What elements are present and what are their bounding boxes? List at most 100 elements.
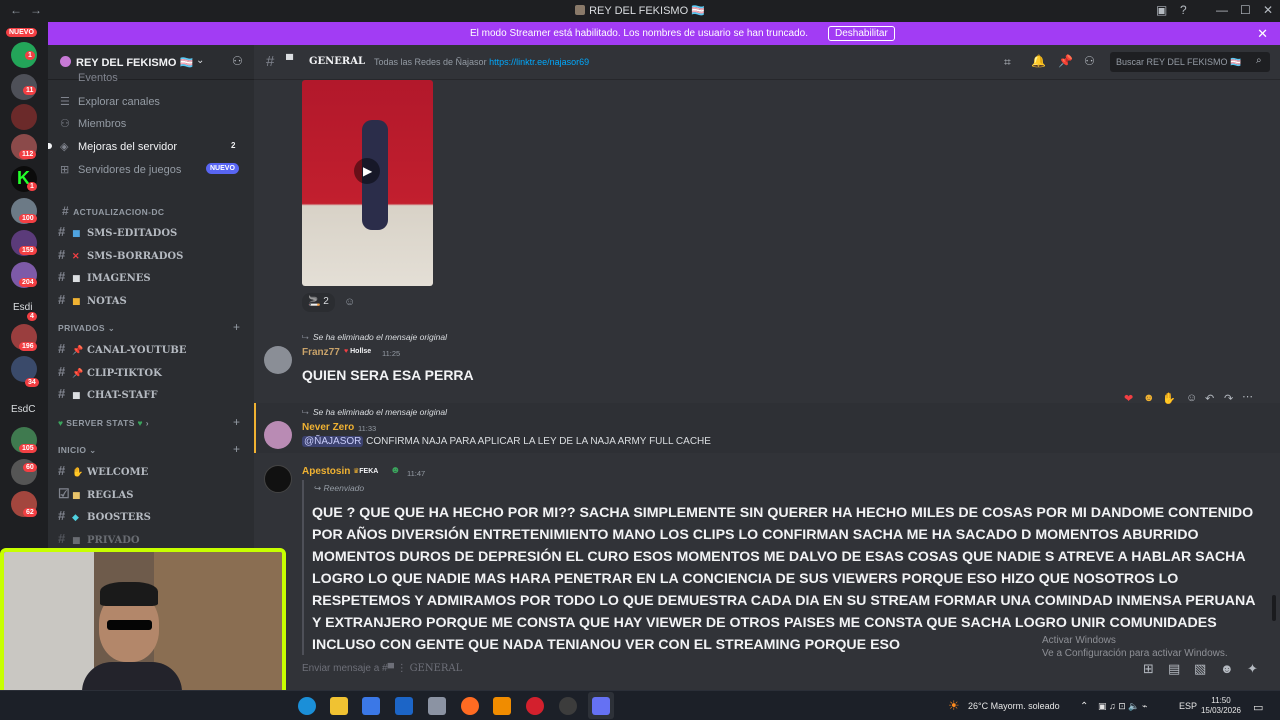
clock[interactable]: 11:50 15/03/2026 bbox=[1200, 696, 1242, 716]
server-badge: 100 bbox=[19, 214, 37, 223]
app-icon[interactable] bbox=[428, 697, 446, 715]
channel-sms-editados[interactable]: # ■ SMS-EDITADOS bbox=[58, 224, 177, 239]
sidebar-item-eventos[interactable]: Eventos bbox=[60, 72, 118, 84]
rules-icon: ☑ bbox=[58, 486, 70, 501]
add-reaction-icon[interactable]: ☺ bbox=[344, 296, 355, 308]
reaction-chip[interactable]: 🚬 2 bbox=[302, 293, 335, 312]
language-indicator[interactable]: ESP bbox=[1179, 701, 1197, 711]
user-mention[interactable]: @ÑAJASOR bbox=[302, 436, 364, 447]
banner-text: El modo Streamer está habilitado. Los no… bbox=[470, 28, 808, 39]
bell-icon[interactable]: 🔔 bbox=[1031, 54, 1046, 68]
avatar[interactable] bbox=[264, 421, 292, 449]
forward-icon[interactable]: ↷ bbox=[1224, 392, 1233, 405]
reply-preview[interactable]: ⮡ Se ha eliminado el mensaje original bbox=[302, 332, 447, 343]
active-app-highlight bbox=[588, 692, 614, 719]
add-channel-icon[interactable]: + bbox=[233, 442, 240, 456]
server-icon-3[interactable] bbox=[11, 104, 37, 130]
hand-emoji-icon[interactable]: ✋ bbox=[1162, 392, 1176, 405]
threads-icon[interactable]: ⌗ bbox=[1004, 55, 1011, 70]
scrollbar-thumb[interactable] bbox=[1272, 595, 1276, 621]
gif-icon[interactable]: ▤ bbox=[1168, 661, 1180, 677]
channel-boosters[interactable]: # ◆ BOOSTERS bbox=[58, 508, 151, 523]
pin-icon: 📌 bbox=[72, 369, 84, 379]
notifications-icon[interactable]: ▭ bbox=[1253, 701, 1263, 714]
members-icon[interactable]: ⚇ bbox=[1084, 54, 1095, 68]
server-label-esdc[interactable]: EsdC bbox=[11, 404, 35, 415]
vlc-icon[interactable] bbox=[493, 697, 511, 715]
avatar[interactable] bbox=[264, 346, 292, 374]
close-window-icon[interactable]: ✕ bbox=[1263, 3, 1273, 17]
note-icon: ■ bbox=[72, 297, 81, 307]
topic-link[interactable]: https://linktr.ee/najasor69 bbox=[489, 57, 589, 67]
heart-icon: ♥ bbox=[58, 418, 64, 428]
reply-icon[interactable]: ↶ bbox=[1205, 392, 1214, 405]
channel-sms-borrados[interactable]: # ✕ SMS-BORRADOS bbox=[58, 247, 183, 262]
wave-icon: ✋ bbox=[72, 468, 84, 478]
tray-icons[interactable]: ▣ ♫ ⊡ 🔈 ⌁ bbox=[1098, 701, 1147, 712]
channel-privado[interactable]: # ■ PRIVADO bbox=[58, 531, 140, 546]
avatar[interactable] bbox=[264, 465, 292, 493]
apps-icon[interactable]: ✦ bbox=[1247, 661, 1258, 677]
sidebar-item-miembros[interactable]: ⚇ Miembros bbox=[60, 117, 126, 130]
weather-text[interactable]: 26°C Mayorm. soleado bbox=[968, 701, 1060, 711]
close-banner-icon[interactable]: ✕ bbox=[1257, 26, 1268, 42]
channel-imagenes[interactable]: # ■ IMAGENES bbox=[58, 269, 151, 284]
opera-icon[interactable] bbox=[526, 697, 544, 715]
category-privados[interactable]: PRIVADOS ⌄ bbox=[58, 323, 115, 334]
add-channel-icon[interactable]: + bbox=[233, 320, 240, 334]
gem-icon: ◆ bbox=[72, 513, 79, 523]
tray-chevron-icon[interactable]: ⌃ bbox=[1080, 701, 1088, 712]
unread-indicator bbox=[48, 143, 52, 149]
channel-chat-staff[interactable]: # ■ CHAT-STAFF bbox=[58, 386, 158, 401]
outlook-icon[interactable] bbox=[395, 697, 413, 715]
maximize-icon[interactable]: ☐ bbox=[1240, 3, 1251, 17]
channel-topic[interactable]: Todas las Redes de Ñajasor https://linkt… bbox=[374, 57, 589, 67]
channel-header: # ▀ GENERAL Todas las Redes de Ñajasor h… bbox=[254, 45, 1280, 80]
video-attachment[interactable]: ▶ bbox=[302, 80, 433, 286]
gift-icon[interactable]: ⊞ bbox=[1143, 661, 1154, 677]
hash-icon: # bbox=[58, 364, 66, 379]
minimize-icon[interactable]: — bbox=[1216, 3, 1228, 17]
heart-icon[interactable]: ❤ bbox=[1124, 392, 1133, 405]
channel-clip-tiktok[interactable]: # 📌 CLIP-TIKTOK bbox=[58, 364, 162, 379]
sidebar-item-servidores-juegos[interactable]: ⊞ Servidores de juegos bbox=[60, 163, 181, 176]
category-actualizacion[interactable]: # ACTUALIZACION-DC bbox=[62, 204, 164, 218]
disable-streamer-button[interactable]: Deshabilitar bbox=[828, 26, 895, 41]
laugh-emoji-icon[interactable]: ☻ bbox=[1143, 392, 1155, 404]
emoji-picker-icon[interactable]: ☻ bbox=[1220, 661, 1234, 676]
message-input-bar[interactable]: Enviar mensaje a #▀ ⋮ GENERAL ⊞ ▤ ▧ ☻ ✦ bbox=[254, 655, 1280, 690]
add-reaction-icon[interactable]: ☺ bbox=[1186, 392, 1197, 404]
sidebar-item-explorar[interactable]: ☰ Explorar canales bbox=[60, 95, 160, 108]
edge-icon[interactable] bbox=[298, 697, 316, 715]
more-options-icon[interactable]: ⋯ bbox=[1242, 390, 1253, 403]
file-explorer-icon[interactable] bbox=[330, 697, 348, 715]
category-server-stats[interactable]: ♥ SERVER STATS ♥ › bbox=[58, 418, 149, 428]
inbox-icon[interactable]: ▣ bbox=[1156, 3, 1167, 17]
sidebar-item-mejoras[interactable]: ◈ Mejoras del servidor bbox=[60, 140, 177, 153]
message-author[interactable]: Apestosin bbox=[302, 466, 350, 477]
message-input[interactable]: Enviar mensaje a #▀ ⋮ GENERAL bbox=[302, 663, 462, 674]
channel-canal-youtube[interactable]: # 📌 CANAL-YOUTUBE bbox=[58, 341, 187, 356]
server-badge: 204 bbox=[19, 278, 37, 287]
channel-welcome[interactable]: # ✋ WELCOME bbox=[58, 463, 148, 478]
add-channel-icon[interactable]: + bbox=[233, 415, 240, 429]
play-button[interactable]: ▶ bbox=[354, 158, 380, 184]
search-input[interactable]: Buscar REY DEL FEKISMO 🏳️‍⚧️ bbox=[1110, 52, 1270, 72]
pin-icon[interactable]: 📌 bbox=[1058, 54, 1073, 68]
help-icon[interactable]: ? bbox=[1180, 3, 1187, 17]
firefox-icon[interactable] bbox=[461, 697, 479, 715]
message-author[interactable]: Franz77 bbox=[302, 347, 340, 358]
obs-icon[interactable] bbox=[559, 697, 577, 715]
category-inicio[interactable]: INICIO ⌄ bbox=[58, 445, 97, 456]
reply-preview[interactable]: ⮡ Se ha eliminado el mensaje original bbox=[302, 407, 447, 418]
forwarded-label: ↪ Reenviado bbox=[314, 483, 365, 493]
message-author[interactable]: Never Zero bbox=[302, 422, 354, 433]
note-icon: ■ bbox=[72, 391, 81, 401]
weather-icon: ☀ bbox=[948, 698, 960, 713]
invite-people-icon[interactable]: ⚇ bbox=[232, 54, 243, 68]
server-badge: 1 bbox=[25, 51, 35, 60]
store-icon[interactable] bbox=[362, 697, 380, 715]
channel-reglas[interactable]: ☑ ■ REGLAS bbox=[58, 486, 133, 502]
sticker-icon[interactable]: ▧ bbox=[1194, 661, 1206, 677]
channel-notas[interactable]: # ■ NOTAS bbox=[58, 292, 127, 307]
